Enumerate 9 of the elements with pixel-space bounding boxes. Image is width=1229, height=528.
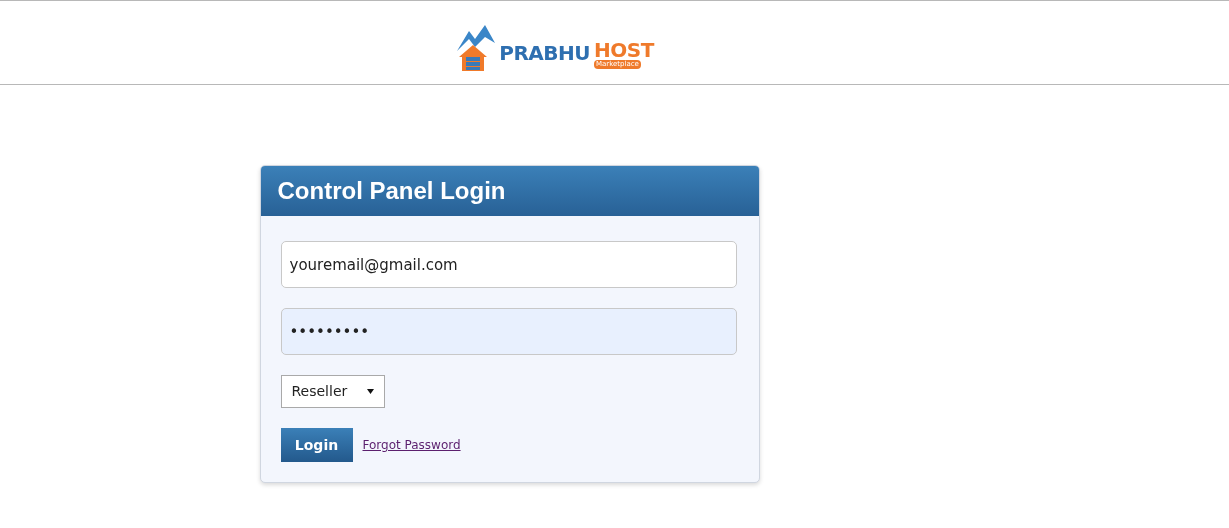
login-button[interactable]: Login bbox=[280, 428, 353, 462]
email-field[interactable]: youremail@gmail.com bbox=[280, 241, 737, 288]
logo-wordmark: PRABHU bbox=[499, 42, 590, 67]
panel-title: Control Panel Login bbox=[277, 176, 506, 206]
logo-wordmark: HOST bbox=[594, 39, 654, 60]
account-type-select[interactable]: Reseller bbox=[280, 375, 385, 408]
password-field[interactable]: ••••••••• bbox=[280, 308, 737, 355]
dropdown-caret-icon bbox=[366, 389, 374, 394]
forgot-password-link[interactable]: Forgot Password bbox=[362, 436, 461, 454]
